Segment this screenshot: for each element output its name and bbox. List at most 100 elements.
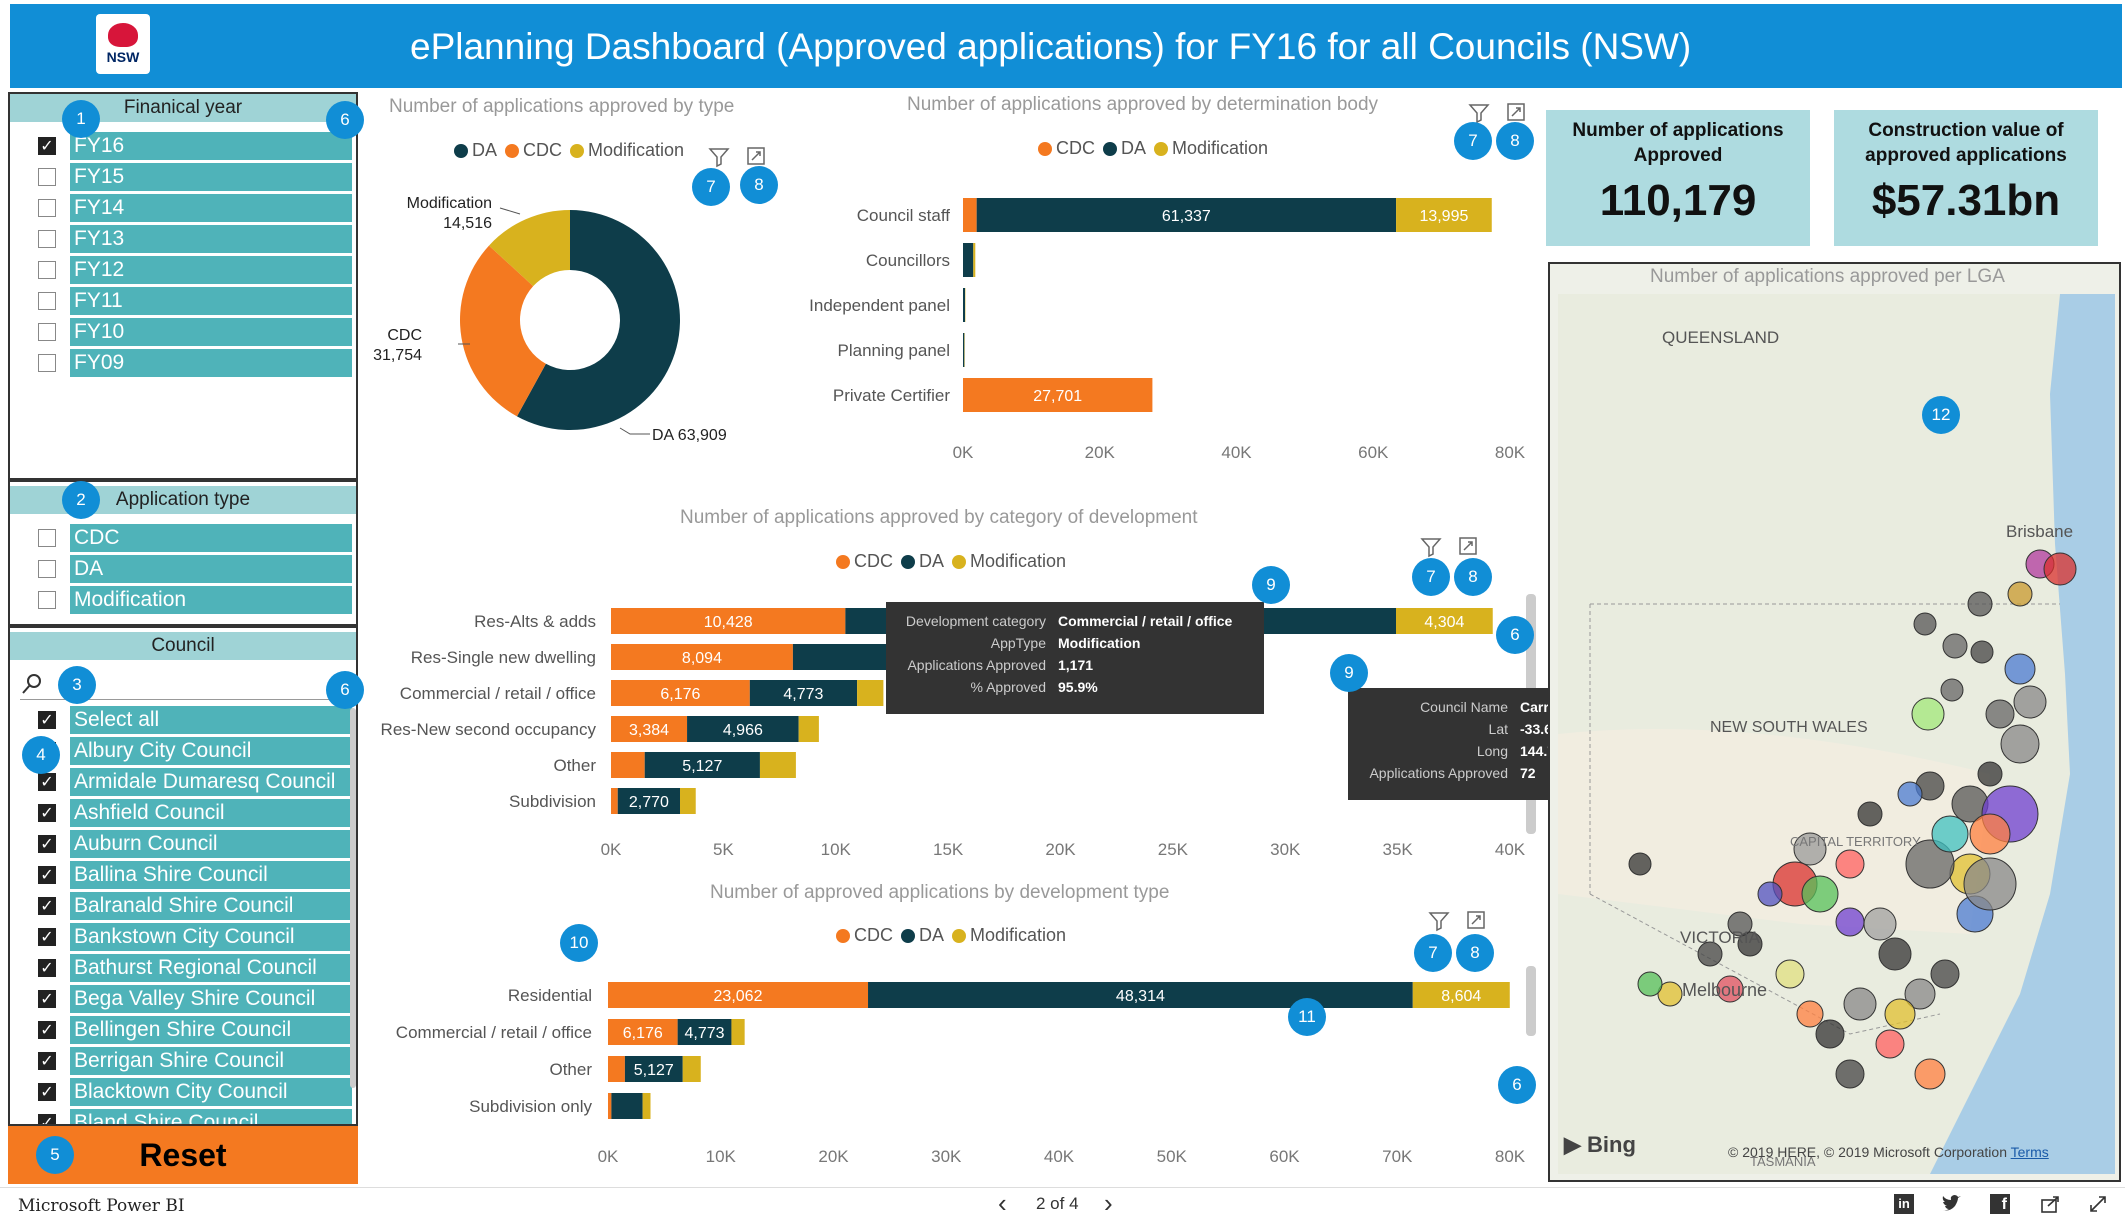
category-label: Council staff bbox=[857, 206, 951, 225]
bar-da bbox=[963, 243, 974, 277]
lga-bubble[interactable] bbox=[1796, 1000, 1824, 1028]
badge-8: 8 bbox=[1496, 122, 1534, 160]
tooltip-value: Commercial / retail / office bbox=[1058, 613, 1233, 629]
fullscreen-icon[interactable] bbox=[2088, 1194, 2108, 1214]
lga-bubble[interactable] bbox=[2004, 653, 2036, 685]
lga-bubble[interactable] bbox=[1775, 959, 1805, 989]
lga-bubble[interactable] bbox=[1801, 875, 1839, 913]
tooltip-key: % Approved bbox=[970, 679, 1047, 695]
map-copyright: © 2019 HERE, © 2019 Microsoft Corporatio… bbox=[1728, 1144, 2049, 1160]
donut-label: Modification bbox=[407, 195, 492, 212]
lga-bubble[interactable] bbox=[1835, 907, 1865, 937]
lga-bubble[interactable] bbox=[1637, 971, 1663, 997]
lga-bubble[interactable] bbox=[1931, 815, 1969, 853]
bar-modification bbox=[731, 1019, 745, 1045]
data-label: 8,094 bbox=[682, 650, 722, 667]
lga-bubble[interactable] bbox=[1863, 907, 1897, 941]
axis-tick: 30K bbox=[931, 1147, 962, 1166]
badge-6: 6 bbox=[326, 671, 364, 709]
lga-bubble[interactable] bbox=[2007, 581, 2033, 607]
lga-bubble[interactable] bbox=[1940, 678, 1964, 702]
lga-bubble[interactable] bbox=[1628, 852, 1652, 876]
bar-cdc bbox=[608, 1093, 612, 1119]
lga-bubble[interactable] bbox=[1914, 1058, 1946, 1090]
axis-tick: 60K bbox=[1358, 443, 1389, 462]
badge-11: 11 bbox=[1288, 998, 1326, 1036]
powerbi-footer: Microsoft Power BI ‹ 2 of 4 › in f bbox=[0, 1187, 2125, 1219]
bar-modification bbox=[857, 680, 884, 706]
lga-bubble[interactable] bbox=[1878, 937, 1912, 971]
tooltip-value: 95.9% bbox=[1058, 679, 1098, 695]
data-label: 48,314 bbox=[1116, 988, 1165, 1005]
tooltip-row: Applications Approved 1,171 bbox=[898, 654, 1252, 676]
axis-tick: 80K bbox=[1495, 443, 1526, 462]
donut-label: DA 63,909 bbox=[652, 427, 727, 444]
lga-bubble[interactable] bbox=[2043, 552, 2077, 586]
axis-tick: 20K bbox=[1085, 443, 1116, 462]
lga-bubble[interactable] bbox=[1884, 998, 1916, 1030]
lga-bubble[interactable] bbox=[1857, 801, 1883, 827]
lga-bubble[interactable] bbox=[2013, 685, 2047, 719]
badge-4: 4 bbox=[22, 736, 60, 774]
next-page-button[interactable]: › bbox=[1104, 1188, 1113, 1219]
tooltip-development-category: Development category Commercial / retail … bbox=[886, 602, 1264, 714]
lga-bubble[interactable] bbox=[1835, 849, 1865, 879]
axis-tick: 40K bbox=[1044, 1147, 1075, 1166]
lga-bubble[interactable] bbox=[1942, 633, 1968, 659]
lga-bubble[interactable] bbox=[1897, 781, 1923, 807]
lga-bubble[interactable] bbox=[1843, 987, 1877, 1021]
badge-1: 1 bbox=[62, 100, 100, 138]
prev-page-button[interactable]: ‹ bbox=[998, 1188, 1007, 1219]
linkedin-icon[interactable]: in bbox=[1894, 1194, 1914, 1214]
share-icon[interactable] bbox=[2040, 1194, 2062, 1214]
lga-bubble[interactable] bbox=[2000, 724, 2040, 764]
lga-bubble[interactable] bbox=[1930, 959, 1960, 989]
lga-bubble[interactable] bbox=[1911, 697, 1945, 731]
bar-modification bbox=[682, 1056, 701, 1082]
data-label: 8,604 bbox=[1441, 988, 1481, 1005]
lga-bubble[interactable] bbox=[1875, 1029, 1905, 1059]
tooltip-row: Development category Commercial / retail … bbox=[898, 610, 1252, 632]
lga-bubble[interactable] bbox=[1815, 1019, 1845, 1049]
lga-bubble[interactable] bbox=[1977, 761, 2003, 787]
lga-bubble[interactable] bbox=[1970, 640, 1994, 664]
lga-bubble[interactable] bbox=[1969, 813, 2011, 855]
lga-map[interactable]: Number of applications approved per LGA … bbox=[1548, 262, 2121, 1182]
tooltip-key: AppType bbox=[990, 635, 1046, 651]
map-label-brisbane: Brisbane bbox=[2006, 522, 2074, 541]
kpi-label: Construction value of approved applicati… bbox=[1865, 120, 2067, 166]
data-label: 5,127 bbox=[634, 1062, 674, 1079]
category-label: Other bbox=[553, 756, 596, 775]
category-label: Subdivision bbox=[509, 792, 596, 811]
bar-modification bbox=[798, 716, 819, 742]
badge-12: 12 bbox=[1922, 396, 1960, 434]
map-label-queensland: QUEENSLAND bbox=[1662, 328, 1780, 347]
axis-tick: 60K bbox=[1269, 1147, 1300, 1166]
data-label: 27,701 bbox=[1033, 388, 1082, 405]
badge-7: 7 bbox=[1454, 122, 1492, 160]
bar-da bbox=[611, 1093, 643, 1119]
lga-bubble[interactable] bbox=[1835, 1059, 1865, 1089]
axis-tick: 80K bbox=[1495, 1147, 1526, 1166]
chart-scrollbar[interactable] bbox=[1526, 966, 1536, 1036]
badge-10: 10 bbox=[560, 924, 598, 962]
donut-leader bbox=[499, 207, 521, 215]
bar-cdc bbox=[611, 752, 645, 778]
twitter-icon[interactable] bbox=[1940, 1194, 1962, 1214]
donut-leader bbox=[619, 427, 650, 435]
facebook-icon[interactable]: f bbox=[1990, 1194, 2010, 1214]
axis-tick: 10K bbox=[706, 1147, 737, 1166]
data-label: 6,176 bbox=[623, 1025, 663, 1042]
donut-label-value: 14,516 bbox=[443, 215, 492, 232]
lga-bubble[interactable] bbox=[1757, 881, 1783, 907]
lga-bubble[interactable] bbox=[1963, 857, 2017, 911]
category-label: Res-Single new dwelling bbox=[411, 648, 596, 667]
lga-bubble[interactable] bbox=[1967, 591, 1993, 617]
data-label: 4,773 bbox=[783, 686, 823, 703]
terms-link[interactable]: Terms bbox=[2011, 1144, 2049, 1160]
lga-bubble[interactable] bbox=[1913, 612, 1937, 636]
category-label: Res-New second occupancy bbox=[381, 720, 597, 739]
badge-8: 8 bbox=[1456, 934, 1494, 972]
bar-modification bbox=[973, 243, 976, 277]
lga-bubble[interactable] bbox=[1985, 699, 2015, 729]
